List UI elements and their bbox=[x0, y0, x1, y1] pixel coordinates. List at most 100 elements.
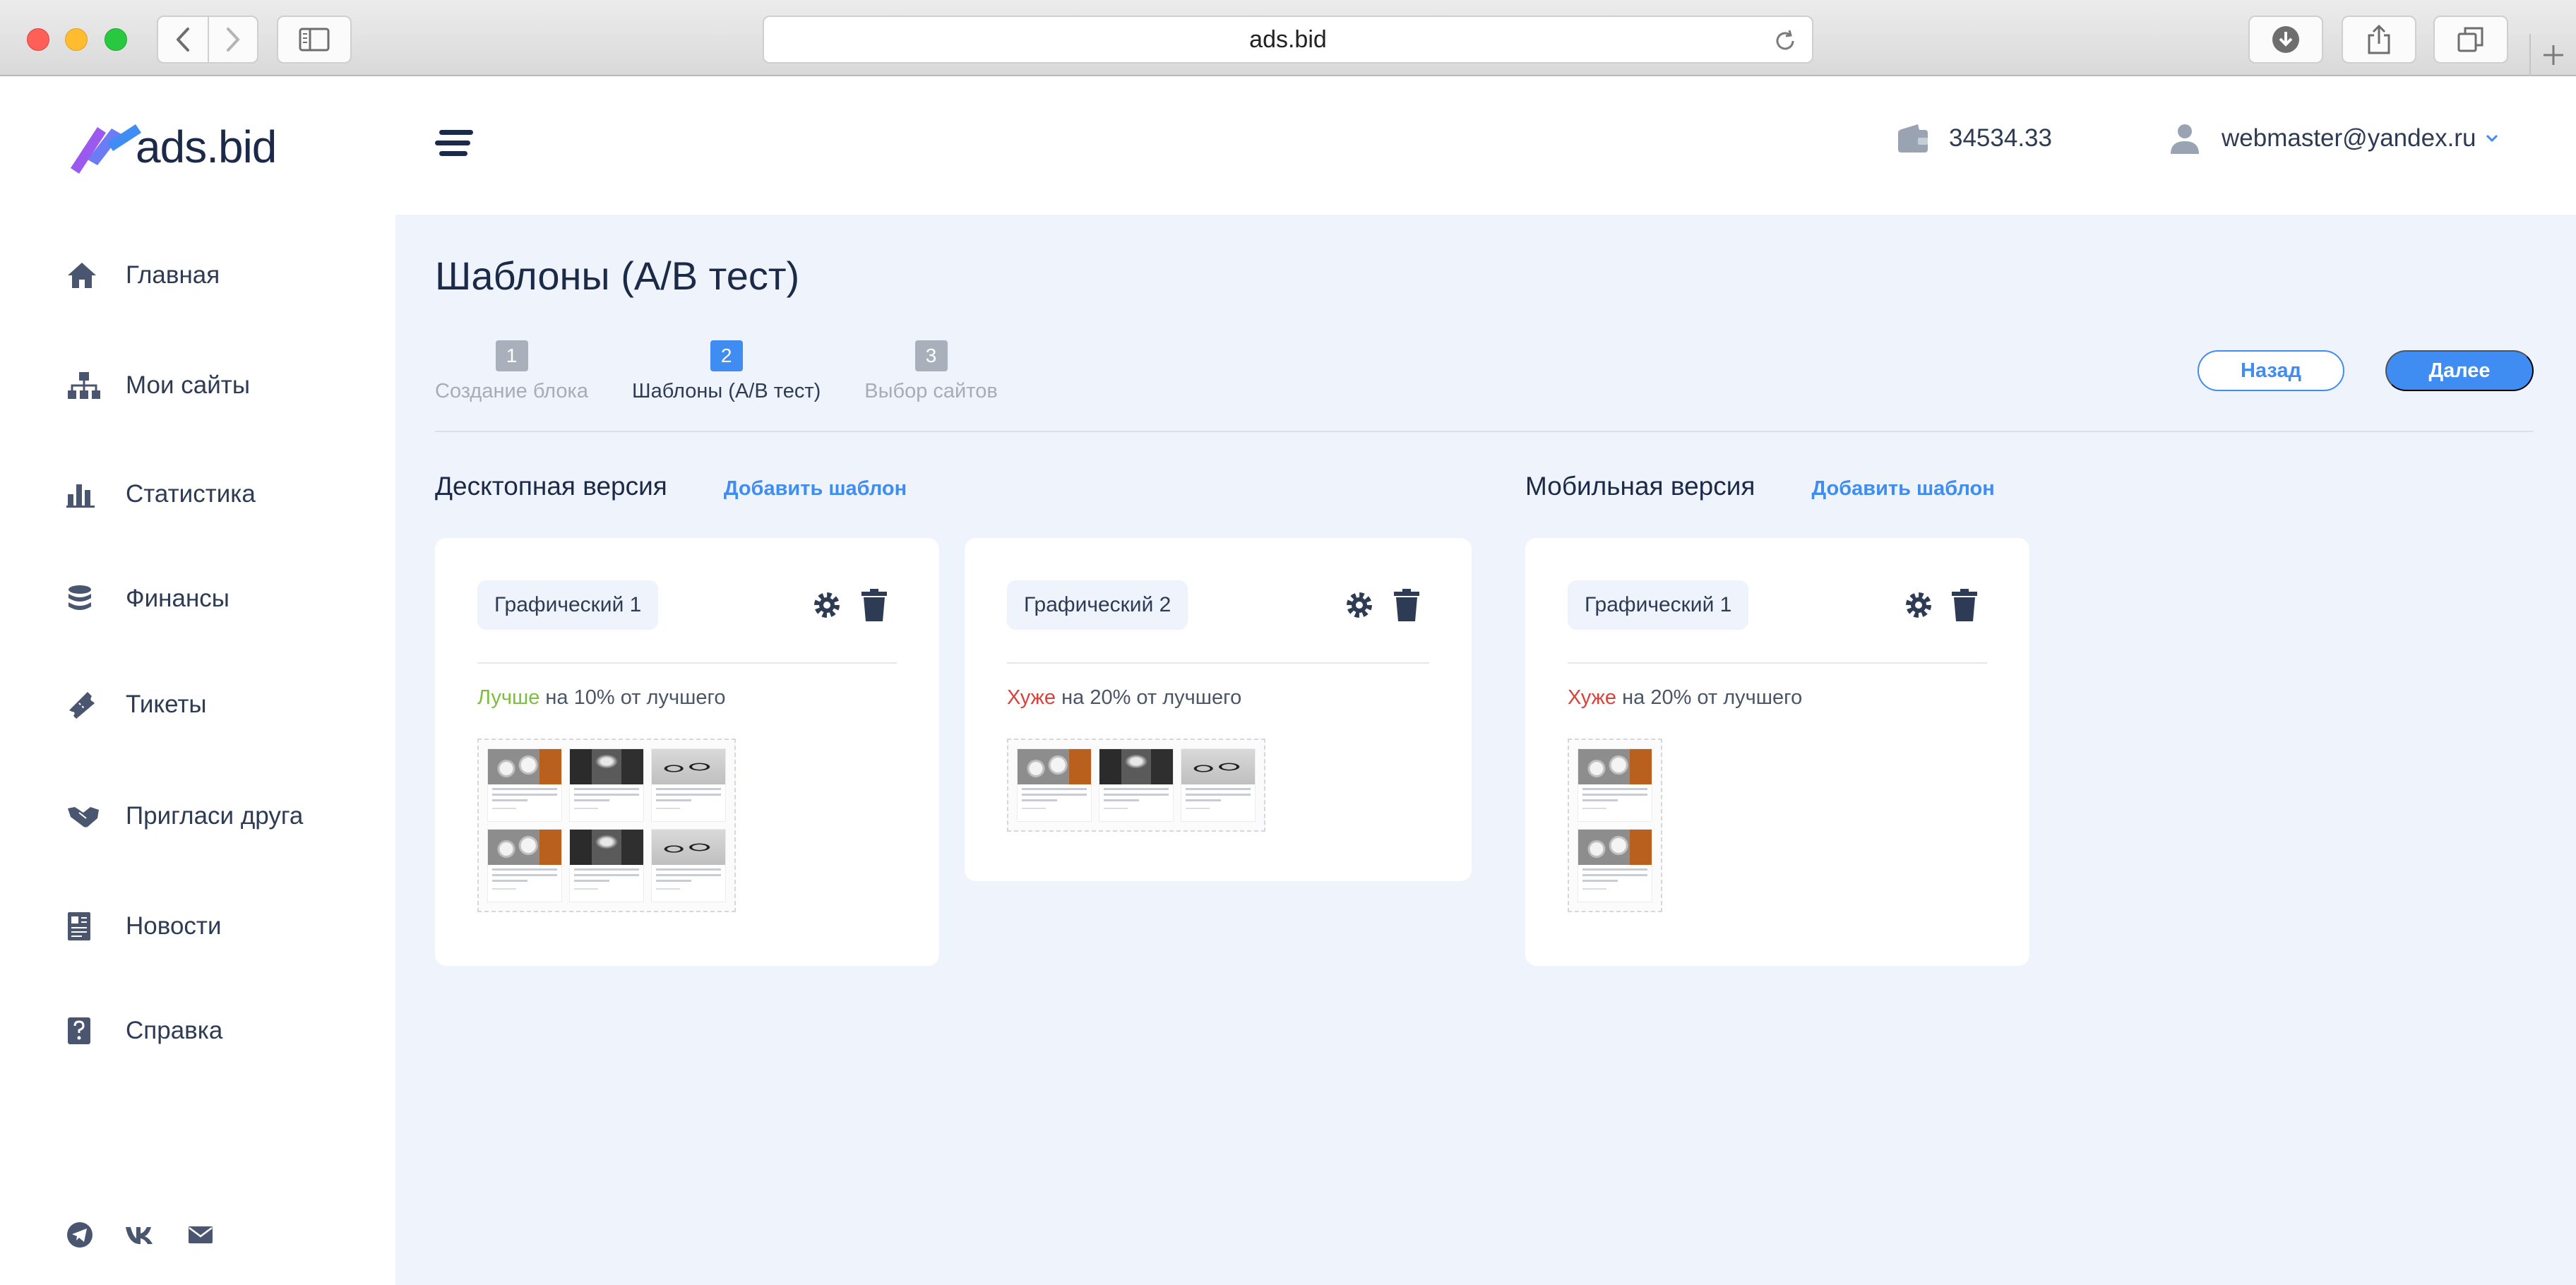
downloads-button[interactable] bbox=[2248, 16, 2323, 64]
template-card: Графический 1 Хуже на 20% от лучшего bbox=[1525, 538, 2029, 966]
chevron-left-icon bbox=[176, 28, 189, 52]
mail-icon[interactable] bbox=[188, 1225, 213, 1245]
performance-detail: на 20% от лучшего bbox=[1616, 686, 1803, 709]
ad-thumbnail bbox=[487, 829, 562, 902]
template-preview[interactable] bbox=[1568, 739, 1662, 912]
url-text: ads.bid bbox=[1249, 25, 1327, 53]
sidebar-item-label: Тикеты bbox=[126, 691, 207, 718]
ad-thumbnail bbox=[569, 829, 644, 902]
desktop-section-header: Десктопная версия Добавить шаблон bbox=[435, 472, 907, 501]
ad-thumbnail bbox=[1017, 748, 1092, 822]
desktop-section-title: Десктопная версия bbox=[435, 472, 667, 501]
gear-icon[interactable] bbox=[1902, 589, 1935, 621]
performance-text: Лучше на 10% от лучшего bbox=[477, 686, 726, 710]
sidebar-item-news[interactable]: Новости bbox=[66, 905, 222, 948]
trash-icon[interactable] bbox=[1952, 589, 1977, 621]
mobile-add-template-link[interactable]: Добавить шаблон bbox=[1811, 477, 1994, 501]
menu-toggle-icon[interactable] bbox=[435, 128, 476, 158]
template-card: Графический 2 Хуже на 20% от лучшего bbox=[965, 538, 1472, 881]
sidebar: ads.bid Главная Мои сайты Статистика Фин… bbox=[0, 76, 395, 1285]
back-nav-button[interactable] bbox=[158, 17, 208, 62]
new-tab-button[interactable] bbox=[2529, 34, 2576, 76]
sidebar-icon bbox=[299, 28, 330, 52]
sidebar-item-invite[interactable]: Пригласи друга bbox=[66, 795, 303, 837]
chevron-down-icon bbox=[2486, 134, 2498, 143]
bar-chart-icon bbox=[66, 477, 102, 512]
zoom-window-button[interactable] bbox=[105, 28, 127, 51]
sidebar-item-label: Мои сайты bbox=[126, 371, 250, 399]
ad-thumbnail bbox=[1181, 748, 1256, 822]
performance-text: Хуже на 20% от лучшего bbox=[1007, 686, 1241, 710]
download-icon bbox=[2272, 26, 2299, 53]
next-button[interactable]: Далее bbox=[2385, 350, 2534, 391]
template-name: Графический 2 bbox=[1007, 580, 1188, 630]
handshake-icon bbox=[66, 799, 102, 834]
trash-icon[interactable] bbox=[1394, 589, 1419, 621]
performance-detail: на 10% от лучшего bbox=[539, 686, 726, 709]
performance-verdict: Лучше bbox=[477, 686, 540, 709]
step-label: Выбор сайтов bbox=[864, 380, 998, 402]
tab-overview-button[interactable] bbox=[2433, 16, 2508, 64]
forward-nav-button[interactable] bbox=[207, 17, 257, 62]
sidebar-item-label: Финансы bbox=[126, 585, 229, 612]
main-content: Шаблоны (A/B тест) 1 Создание блока 2 Ша… bbox=[395, 215, 2576, 1285]
help-icon bbox=[66, 1013, 102, 1048]
performance-verdict: Хуже bbox=[1007, 686, 1056, 709]
step-number: 3 bbox=[914, 340, 948, 371]
gear-icon[interactable] bbox=[811, 589, 843, 621]
logo-text: ads.bid bbox=[136, 121, 277, 172]
mobile-section-header: Мобильная версия Добавить шаблон bbox=[1525, 472, 1995, 501]
home-icon bbox=[66, 258, 102, 293]
wizard-steps: 1 Создание блока 2 Шаблоны (A/B тест) 3 … bbox=[435, 340, 1042, 403]
step-create-block[interactable]: 1 Создание блока bbox=[435, 340, 588, 403]
gear-icon[interactable] bbox=[1343, 589, 1376, 621]
template-preview[interactable] bbox=[477, 739, 736, 912]
ad-thumbnail bbox=[487, 748, 562, 822]
user-email: webmaster@yandex.ru bbox=[2222, 124, 2476, 152]
step-select-sites[interactable]: 3 Выбор сайтов bbox=[864, 340, 998, 403]
vk-icon[interactable] bbox=[124, 1224, 157, 1245]
ad-thumbnail bbox=[1578, 829, 1652, 902]
step-number: 2 bbox=[710, 340, 743, 371]
share-button[interactable] bbox=[2342, 16, 2416, 64]
template-preview[interactable] bbox=[1007, 739, 1265, 832]
address-bar[interactable]: ads.bid bbox=[763, 16, 1813, 64]
trash-icon[interactable] bbox=[861, 589, 887, 621]
ad-thumbnail bbox=[1099, 748, 1174, 822]
step-number: 1 bbox=[495, 340, 528, 371]
mobile-section-title: Мобильная версия bbox=[1525, 472, 1755, 501]
user-icon bbox=[2171, 124, 2199, 154]
reload-icon[interactable] bbox=[1772, 28, 1798, 54]
step-label: Шаблоны (A/B тест) bbox=[632, 380, 821, 402]
desktop-add-template-link[interactable]: Добавить шаблон bbox=[724, 477, 907, 501]
page-title: Шаблоны (A/B тест) bbox=[435, 253, 800, 298]
sidebar-item-label: Пригласи друга bbox=[126, 802, 304, 830]
user-menu[interactable]: webmaster@yandex.ru bbox=[2169, 123, 2498, 154]
history-nav bbox=[157, 16, 258, 64]
card-divider bbox=[1568, 662, 1987, 664]
back-button[interactable]: Назад bbox=[2198, 350, 2344, 391]
ad-thumbnail bbox=[1578, 748, 1652, 822]
sidebar-item-statistics[interactable]: Статистика bbox=[66, 473, 256, 515]
performance-text: Хуже на 20% от лучшего bbox=[1568, 686, 1802, 710]
sidebar-item-home[interactable]: Главная bbox=[66, 254, 220, 297]
card-divider bbox=[477, 662, 897, 664]
performance-detail: на 20% от лучшего bbox=[1056, 686, 1242, 709]
minimize-window-button[interactable] bbox=[65, 28, 88, 51]
telegram-icon[interactable] bbox=[66, 1221, 93, 1248]
tabs-icon bbox=[2457, 27, 2483, 52]
sidebar-item-tickets[interactable]: Тикеты bbox=[66, 683, 207, 726]
sidebar-item-label: Главная bbox=[126, 261, 220, 289]
sidebar-toggle-button[interactable] bbox=[277, 16, 352, 64]
step-templates[interactable]: 2 Шаблоны (A/B тест) bbox=[632, 340, 821, 403]
sidebar-item-finance[interactable]: Финансы bbox=[66, 578, 229, 620]
chevron-right-icon bbox=[226, 28, 239, 52]
sidebar-item-sites[interactable]: Мои сайты bbox=[66, 364, 250, 407]
wallet-icon bbox=[1898, 124, 1928, 153]
sidebar-item-help[interactable]: Справка bbox=[66, 1010, 222, 1052]
logo[interactable]: ads.bid bbox=[66, 112, 277, 182]
performance-verdict: Хуже bbox=[1568, 686, 1617, 709]
balance-value: 34534.33 bbox=[1949, 124, 2052, 152]
template-name: Графический 1 bbox=[477, 580, 659, 630]
close-window-button[interactable] bbox=[27, 28, 49, 51]
